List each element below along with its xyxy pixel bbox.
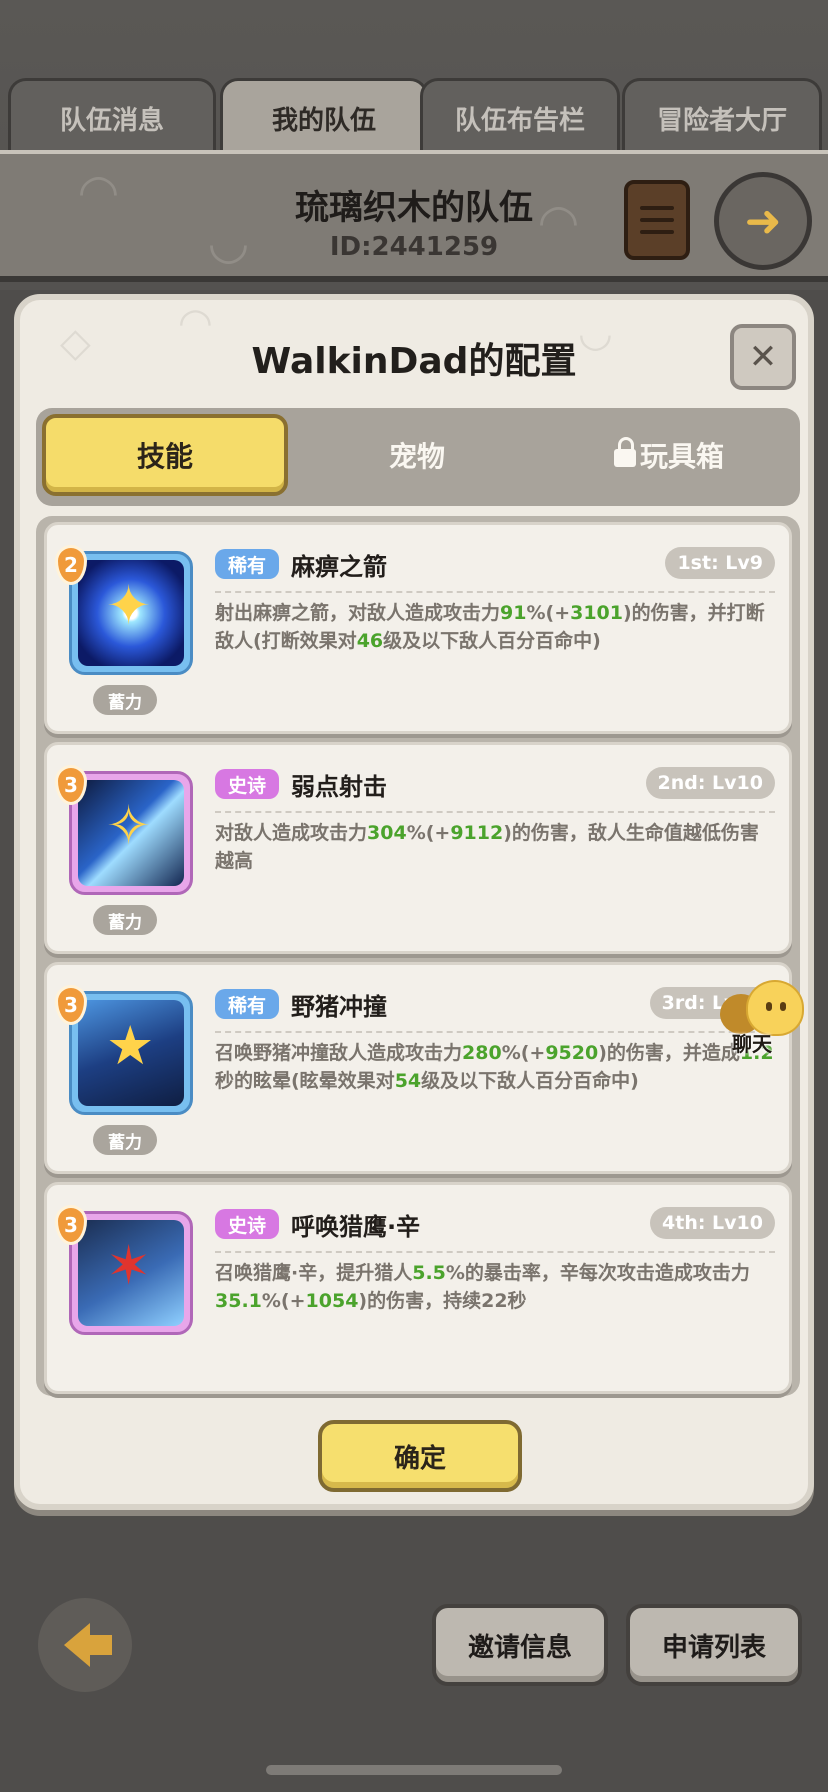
skill-card[interactable]: ★ 3 蓄力 稀有 野猪冲撞 3rd: Lv10 召唤野猪冲撞敌人造成攻击力28… (44, 962, 792, 1174)
close-button[interactable]: ✕ (730, 324, 796, 390)
divider (215, 591, 775, 593)
skill-description: 召唤猎鹰·辛，提升猎人5.5%的暴击率，辛每次攻击造成攻击力 35.1%(+105… (215, 1259, 775, 1315)
leave-team-icon[interactable]: ➜ (714, 172, 812, 270)
team-banner: ◠ ◡ ◠ 琉璃织木的队伍 ID:2441259 ➜ (0, 150, 828, 282)
confirm-button[interactable]: 确定 (318, 1420, 522, 1492)
home-indicator (266, 1765, 562, 1775)
modal-title: WalkinDad的配置 (251, 341, 577, 382)
highlight-value: 9520 (545, 1042, 599, 1064)
team-name: 琉璃织木的队伍 (295, 188, 533, 228)
close-icon: ✕ (748, 337, 778, 377)
description-text: 召唤猎鹰·辛，提升猎人 (215, 1262, 413, 1284)
highlight-value: 5.5 (412, 1262, 446, 1284)
description-text: 召唤野猪冲撞敌人造成攻击力 (215, 1042, 463, 1064)
skill-description: 对敌人造成攻击力304%(+9112)的伤害，敌人生命值越低伤害越高 (215, 819, 775, 875)
skill-name: 野猪冲撞 (291, 993, 387, 1021)
rarity-badge: 史诗 (215, 1209, 279, 1239)
falcon-summon-icon: ✶ (78, 1220, 184, 1326)
skill-card[interactable]: ✦ 2 蓄力 稀有 麻痹之箭 1st: Lv9 射出麻痹之箭，对敌人造成攻击力9… (44, 522, 792, 734)
rarity-badge: 史诗 (215, 769, 279, 799)
team-id: ID:2441259 (329, 232, 499, 262)
tab-team-bulletin[interactable]: 队伍布告栏 (420, 78, 620, 156)
skill-card[interactable]: ✧ 3 蓄力 史诗 弱点射击 2nd: Lv10 对敌人造成攻击力304%(+9… (44, 742, 792, 954)
config-segment-tabs: 技能 宠物 玩具箱 (36, 408, 800, 506)
segment-toybox-label: 玩具箱 (639, 440, 724, 473)
highlight-value: 9112 (450, 822, 504, 844)
segment-toybox[interactable]: 玩具箱 (546, 414, 792, 496)
description-text: 对敌人造成攻击力 (215, 822, 368, 844)
skill-name: 呼唤猎鹰·辛 (291, 1213, 421, 1241)
config-modal: ◇ ◠ ◡ WalkinDad的配置 ✕ 技能 宠物 玩具箱 ✦ 2 蓄力 稀有… (14, 294, 814, 1510)
description-text: %(+ (526, 602, 571, 624)
description-text: )的伤害，并造成 (598, 1042, 740, 1064)
charge-tag: 蓄力 (93, 1125, 157, 1155)
highlight-value: 54 (394, 1070, 422, 1092)
skill-name: 麻痹之箭 (291, 553, 387, 581)
tab-my-team[interactable]: 我的队伍 (220, 78, 428, 156)
paralysis-arrow-icon: ✦ (78, 560, 184, 666)
highlight-value: 91 (500, 602, 527, 624)
description-text: 射出麻痹之箭，对敌人造成攻击力 (215, 602, 501, 624)
segment-pets[interactable]: 宠物 (294, 414, 540, 496)
highlight-value: 3101 (570, 602, 623, 624)
back-button[interactable] (38, 1598, 132, 1692)
description-text: %(+ (261, 1290, 306, 1312)
description-text: 级及以下敌人百分百命中) (421, 1070, 639, 1092)
charge-tag: 蓄力 (93, 685, 157, 715)
description-text: %(+ (501, 1042, 546, 1064)
chat-label: 聊天 (732, 1032, 772, 1056)
divider (215, 1031, 775, 1033)
tab-adventurer-hall[interactable]: 冒险者大厅 (622, 78, 822, 156)
highlight-value: 46 (356, 630, 384, 652)
description-text: %的暴击率，辛每次攻击造成攻击力 (445, 1262, 750, 1284)
skill-level: 2nd: Lv10 (645, 767, 775, 799)
skill-list: ✦ 2 蓄力 稀有 麻痹之箭 1st: Lv9 射出麻痹之箭，对敌人造成攻击力9… (36, 516, 800, 1396)
skill-icon-frame: ★ (69, 991, 193, 1115)
team-tabbar: 队伍消息 我的队伍 队伍布告栏 冒险者大厅 (0, 78, 828, 156)
skill-description: 射出麻痹之箭，对敌人造成攻击力91%(+3101)的伤害，并打断敌人(打断效果对… (215, 599, 775, 655)
highlight-value: 280 (462, 1042, 502, 1064)
description-text: 秒的眩晕(眩晕效果对 (215, 1070, 395, 1092)
chat-button[interactable]: 聊天 (720, 978, 812, 1058)
highlight-value: 35.1 (215, 1290, 262, 1312)
skill-icon-frame: ✧ (69, 771, 193, 895)
highlight-value: 1054 (305, 1290, 359, 1312)
weakpoint-shot-icon: ✧ (78, 780, 184, 886)
segment-skills[interactable]: 技能 (42, 414, 288, 496)
boar-charge-icon: ★ (78, 1000, 184, 1106)
skill-icon-frame: ✦ (69, 551, 193, 675)
divider (215, 811, 775, 813)
rarity-badge: 稀有 (215, 549, 279, 579)
charge-tag: 蓄力 (93, 905, 157, 935)
scroll-icon[interactable] (624, 180, 690, 260)
invite-info-button[interactable]: 邀请信息 (432, 1604, 608, 1686)
description-text: )的伤害，持续22秒 (358, 1290, 527, 1312)
skill-card[interactable]: ✶ 3 史诗 呼唤猎鹰·辛 4th: Lv10 召唤猎鹰·辛，提升猎人5.5%的… (44, 1182, 792, 1394)
apply-list-button[interactable]: 申请列表 (626, 1604, 802, 1686)
skill-level: 4th: Lv10 (650, 1207, 775, 1239)
divider (215, 1251, 775, 1253)
skill-icon-frame: ✶ (69, 1211, 193, 1335)
tab-team-messages[interactable]: 队伍消息 (8, 78, 216, 156)
rarity-badge: 稀有 (215, 989, 279, 1019)
skill-level: 1st: Lv9 (665, 547, 775, 579)
description-text: %(+ (406, 822, 451, 844)
highlight-value: 304 (367, 822, 407, 844)
skill-description: 召唤野猪冲撞敌人造成攻击力280%(+9520)的伤害，并造成1.2秒的眩晕(眩… (215, 1039, 775, 1095)
lock-icon (613, 437, 636, 467)
skill-name: 弱点射击 (291, 773, 387, 801)
description-text: 级及以下敌人百分百命中) (383, 630, 601, 652)
back-arrow-icon (64, 1623, 112, 1667)
